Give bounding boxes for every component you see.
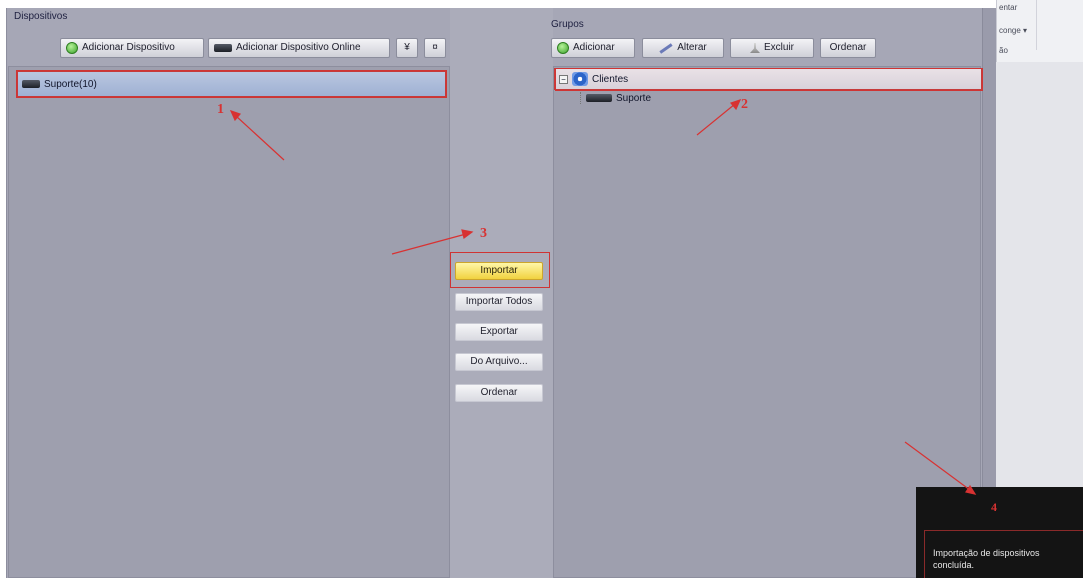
edit-group-button[interactable]: Alterar [642, 38, 724, 58]
sort-devices-button[interactable]: Ordenar [455, 384, 543, 402]
ribbon-text-3: ão [999, 46, 1008, 55]
expand-all-button[interactable]: ¥ [396, 38, 418, 58]
export-button[interactable]: Exportar [455, 323, 543, 341]
sort-groups-button[interactable]: Ordenar [820, 38, 876, 58]
brush-icon [749, 43, 760, 53]
device-icon [214, 44, 232, 52]
delete-group-button[interactable]: Excluir [730, 38, 814, 58]
add-online-device-label: Adicionar Dispositivo Online [236, 42, 361, 53]
add-group-button[interactable]: Adicionar [551, 38, 635, 58]
notification-line-2: concluída. [933, 560, 975, 570]
groups-panel-title: Grupos [551, 19, 584, 30]
edit-group-label: Alterar [677, 42, 707, 53]
sort-groups-label: Ordenar [829, 42, 867, 53]
device-list[interactable] [8, 66, 450, 578]
plus-circle-icon [66, 42, 78, 54]
expand-all-label: ¥ [404, 42, 410, 53]
add-online-device-button[interactable]: Adicionar Dispositivo Online [208, 38, 390, 58]
tree-line [580, 92, 582, 104]
notification-line-1: Importação de dispositivos [933, 548, 1040, 558]
annotation-number-3: 3 [480, 226, 487, 241]
pencil-icon [659, 42, 673, 54]
annotation-box-2 [555, 68, 983, 91]
collapse-all-button[interactable]: ¤ [424, 38, 446, 58]
add-device-label: Adicionar Dispositivo [82, 42, 175, 53]
annotation-number-4: 4 [991, 500, 997, 514]
device-icon [586, 94, 612, 102]
import-all-button[interactable]: Importar Todos [455, 293, 543, 311]
group-child-label: Suporte [616, 92, 652, 104]
ribbon-text-2: conge ▾ [999, 26, 1028, 35]
import-button[interactable]: Importar [455, 262, 543, 280]
plus-circle-icon [557, 42, 569, 54]
delete-group-label: Excluir [763, 42, 794, 53]
add-group-label: Adicionar [573, 42, 615, 53]
annotation-box-1 [16, 70, 447, 98]
ribbon-text-1: entar [999, 3, 1018, 12]
group-tree-child[interactable]: Suporte [580, 92, 651, 104]
notification-message-box: Importação de dispositivos concluída. [924, 530, 1083, 578]
annotation-number-2: 2 [741, 97, 748, 112]
ribbon-separator [1036, 0, 1037, 50]
collapse-all-label: ¤ [432, 42, 438, 53]
from-file-button[interactable]: Do Arquivo... [455, 353, 543, 371]
devices-panel-title: Dispositivos [14, 11, 68, 22]
annotation-number-1: 1 [217, 102, 224, 117]
add-device-button[interactable]: Adicionar Dispositivo [60, 38, 204, 58]
